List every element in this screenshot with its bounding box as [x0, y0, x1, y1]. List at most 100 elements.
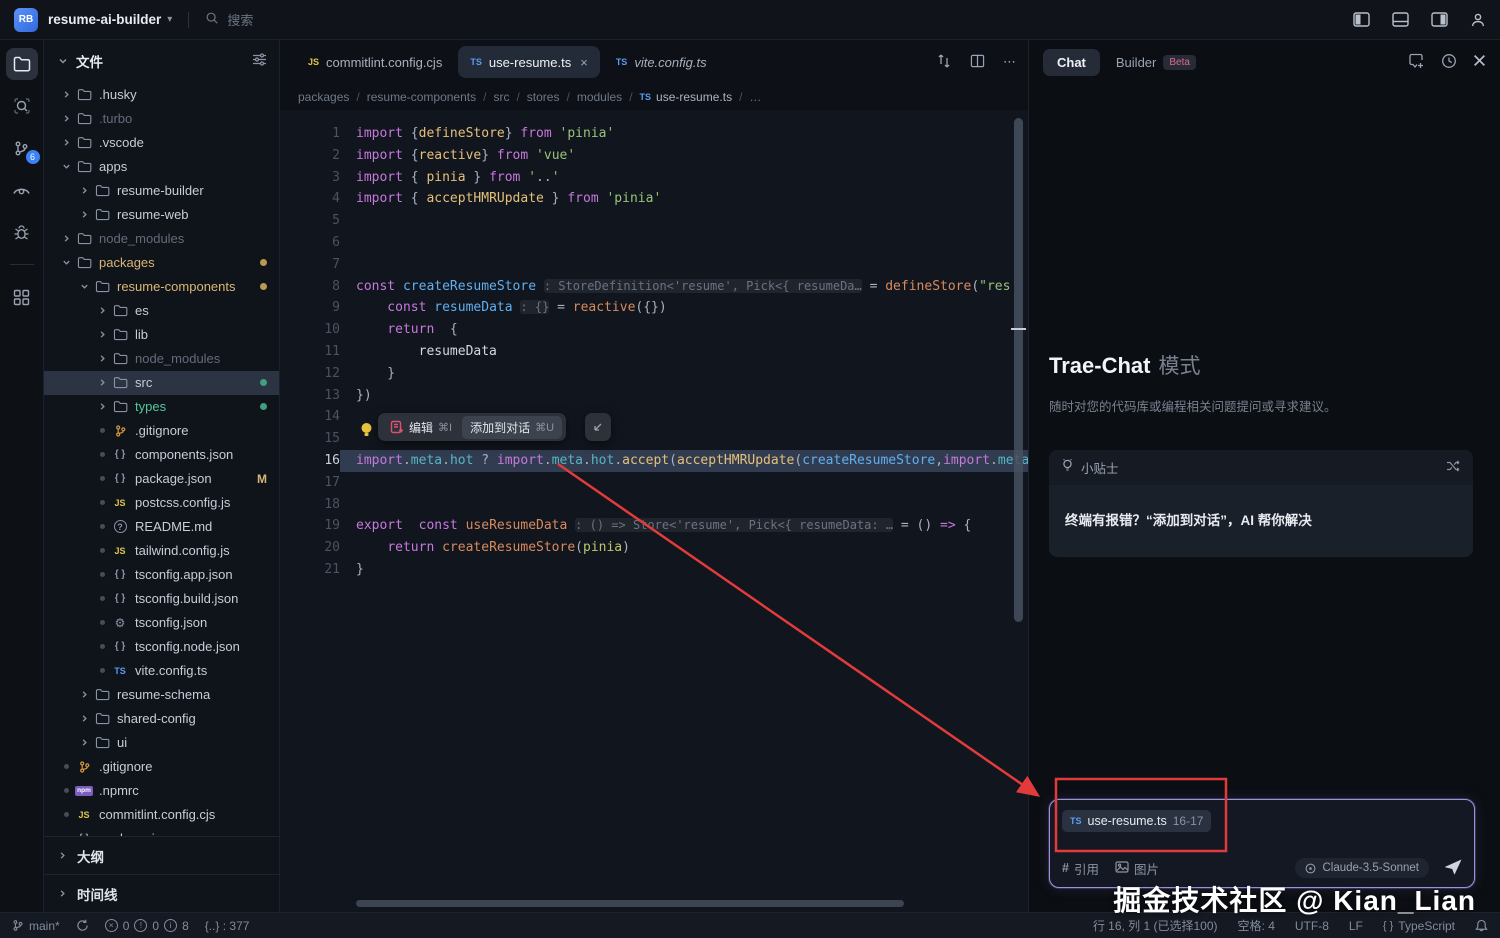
tree-item-types[interactable]: types — [44, 395, 279, 419]
tree-item-.husky[interactable]: .husky — [44, 83, 279, 107]
tree-item-vite.config.ts[interactable]: TS vite.config.ts — [44, 659, 279, 683]
reference-button[interactable]: # 引用 — [1062, 859, 1099, 878]
more-actions-icon[interactable]: ⋯ — [1003, 54, 1018, 70]
chat-input[interactable]: TS use-resume.ts 16-17 # 引用 图片 Claude-3.… — [1049, 799, 1475, 888]
vertical-scrollbar[interactable] — [1014, 118, 1023, 622]
editor-tab-vite.config.ts[interactable]: TS vite.config.ts — [604, 46, 719, 78]
horizontal-scrollbar[interactable] — [356, 900, 904, 907]
timeline-section[interactable]: 时间线 — [44, 874, 279, 912]
tree-item-README.md[interactable]: ? README.md — [44, 515, 279, 539]
chevron-down-icon[interactable]: ▾ — [167, 14, 172, 25]
code-line-4[interactable]: 4 import { acceptHMRUpdate } from 'pinia' — [280, 188, 1028, 210]
code-area[interactable]: 1 import {defineStore} from 'pinia' 2 impor… — [280, 110, 1028, 912]
tab-builder[interactable]: Builder Beta — [1116, 54, 1196, 70]
tree-item-package.json[interactable]: { }package.json — [44, 827, 279, 837]
tree-item-node_modules[interactable]: node_modules — [44, 347, 279, 371]
widget-more-button[interactable] — [585, 413, 611, 441]
code-line-12[interactable]: 12 } — [280, 363, 1028, 385]
tree-item-resume-schema[interactable]: resume-schema — [44, 683, 279, 707]
close-panel-icon[interactable] — [1473, 54, 1486, 70]
global-search[interactable]: 搜索 — [205, 10, 253, 29]
compare-changes-icon[interactable] — [936, 53, 952, 72]
activity-preview-icon[interactable] — [6, 174, 38, 206]
git-branch-indicator[interactable]: main* — [12, 919, 60, 933]
tree-item-.vscode[interactable]: .vscode — [44, 131, 279, 155]
code-line-10[interactable]: 10 return { — [280, 319, 1028, 341]
lightbulb-icon[interactable] — [360, 422, 373, 442]
tree-item-resume-web[interactable]: resume-web — [44, 203, 279, 227]
activity-extensions-icon[interactable] — [6, 281, 38, 313]
history-icon[interactable] — [1441, 53, 1457, 72]
tree-item-resume-builder[interactable]: resume-builder — [44, 179, 279, 203]
tree-item-tsconfig.app.json[interactable]: { } tsconfig.app.json — [44, 563, 279, 587]
tree-item-tailwind.config.js[interactable]: JS tailwind.config.js — [44, 539, 279, 563]
encoding-setting[interactable]: UTF-8 — [1295, 919, 1329, 933]
activity-debug-icon[interactable] — [6, 216, 38, 248]
tree-item-postcss.config.js[interactable]: JS postcss.config.js — [44, 491, 279, 515]
code-line-7[interactable]: 7 — [280, 254, 1028, 276]
tree-item-lib[interactable]: lib — [44, 323, 279, 347]
context-chip[interactable]: TS use-resume.ts 16-17 — [1062, 810, 1212, 832]
shuffle-icon[interactable] — [1446, 460, 1461, 475]
tree-item-resume-components[interactable]: resume-components — [44, 275, 279, 299]
toggle-right-panel-icon[interactable] — [1431, 12, 1448, 27]
model-selector[interactable]: Claude-3.5-Sonnet — [1295, 858, 1429, 878]
code-line-9[interactable]: 9 const resumeData : {} = reactive({}) — [280, 297, 1028, 319]
activity-search-icon[interactable] — [6, 90, 38, 122]
editor-tab-use-resume.ts[interactable]: TS use-resume.ts × — [458, 46, 600, 78]
chevron-down-icon[interactable] — [58, 54, 68, 69]
code-line-18[interactable]: 18 — [280, 494, 1028, 516]
breadcrumb-item-src[interactable]: src — [493, 90, 509, 104]
split-editor-icon[interactable] — [970, 54, 985, 71]
tree-item-.gitignore[interactable]: .gitignore — [44, 755, 279, 779]
send-icon[interactable] — [1444, 858, 1462, 878]
code-line-6[interactable]: 6 — [280, 232, 1028, 254]
language-mode[interactable]: { } TypeScript — [1383, 919, 1455, 933]
metrics-indicator[interactable]: {..} : 377 — [205, 919, 250, 933]
code-line-5[interactable]: 5 — [280, 210, 1028, 232]
toggle-left-panel-icon[interactable] — [1353, 12, 1370, 27]
eol-setting[interactable]: LF — [1349, 919, 1363, 933]
code-line-19[interactable]: 19 export const useResumeData : () => Sto… — [280, 515, 1028, 537]
close-tab-icon[interactable]: × — [580, 55, 588, 70]
new-chat-icon[interactable] — [1408, 53, 1425, 72]
tab-chat[interactable]: Chat — [1043, 48, 1100, 76]
tree-item-es[interactable]: es — [44, 299, 279, 323]
code-line-2[interactable]: 2 import {reactive} from 'vue' — [280, 145, 1028, 167]
problems-indicator[interactable]: × 0 ! 0 i8 — [104, 919, 189, 933]
image-button[interactable]: 图片 — [1115, 859, 1159, 878]
tree-item-shared-config[interactable]: shared-config — [44, 707, 279, 731]
tree-item-tsconfig.build.json[interactable]: { } tsconfig.build.json — [44, 587, 279, 611]
tree-item-.turbo[interactable]: .turbo — [44, 107, 279, 131]
code-line-1[interactable]: 1 import {defineStore} from 'pinia' — [280, 123, 1028, 145]
sync-icon[interactable] — [76, 919, 89, 932]
tree-item-.npmrc[interactable]: npm .npmrc — [44, 779, 279, 803]
breadcrumb-item-…[interactable]: … — [749, 90, 761, 104]
code-line-17[interactable]: 17 — [280, 472, 1028, 494]
filter-icon[interactable] — [252, 53, 267, 69]
breadcrumb-item-packages[interactable]: packages — [298, 90, 349, 104]
tree-item-.gitignore[interactable]: .gitignore — [44, 419, 279, 443]
code-line-11[interactable]: 11 resumeData — [280, 341, 1028, 363]
toggle-bottom-panel-icon[interactable] — [1392, 12, 1409, 27]
tree-item-node_modules[interactable]: node_modules — [44, 227, 279, 251]
edit-with-ai-button[interactable]: 编辑 ⌘I — [382, 416, 460, 439]
code-line-21[interactable]: 21} — [280, 559, 1028, 581]
editor-tab-commitlint.config.cjs[interactable]: JS commitlint.config.cjs — [296, 46, 454, 78]
indent-setting[interactable]: 空格: 4 — [1238, 917, 1275, 934]
code-line-3[interactable]: 3 import { pinia } from '..' — [280, 167, 1028, 189]
activity-files-icon[interactable] — [5, 48, 38, 80]
code-line-13[interactable]: 13}) — [280, 385, 1028, 407]
tree-item-components.json[interactable]: { } components.json — [44, 443, 279, 467]
code-line-8[interactable]: 8 const createResumeStore : StoreDefiniti… — [280, 276, 1028, 298]
code-line-16[interactable]: 16 import.meta.hot ? import.meta.hot.acce… — [280, 449, 1028, 472]
tree-item-apps[interactable]: apps — [44, 155, 279, 179]
tree-item-commitlint.config.cjs[interactable]: JS commitlint.config.cjs — [44, 803, 279, 827]
activity-source-control-icon[interactable]: 6 — [6, 132, 40, 164]
code-line-20[interactable]: 20 return createResumeStore(pinia) — [280, 537, 1028, 559]
tree-item-ui[interactable]: ui — [44, 731, 279, 755]
breadcrumb-item-modules[interactable]: modules — [577, 90, 622, 104]
project-name[interactable]: resume-ai-builder — [48, 12, 161, 27]
tree-item-tsconfig.node.json[interactable]: { } tsconfig.node.json — [44, 635, 279, 659]
account-icon[interactable] — [1470, 12, 1486, 28]
